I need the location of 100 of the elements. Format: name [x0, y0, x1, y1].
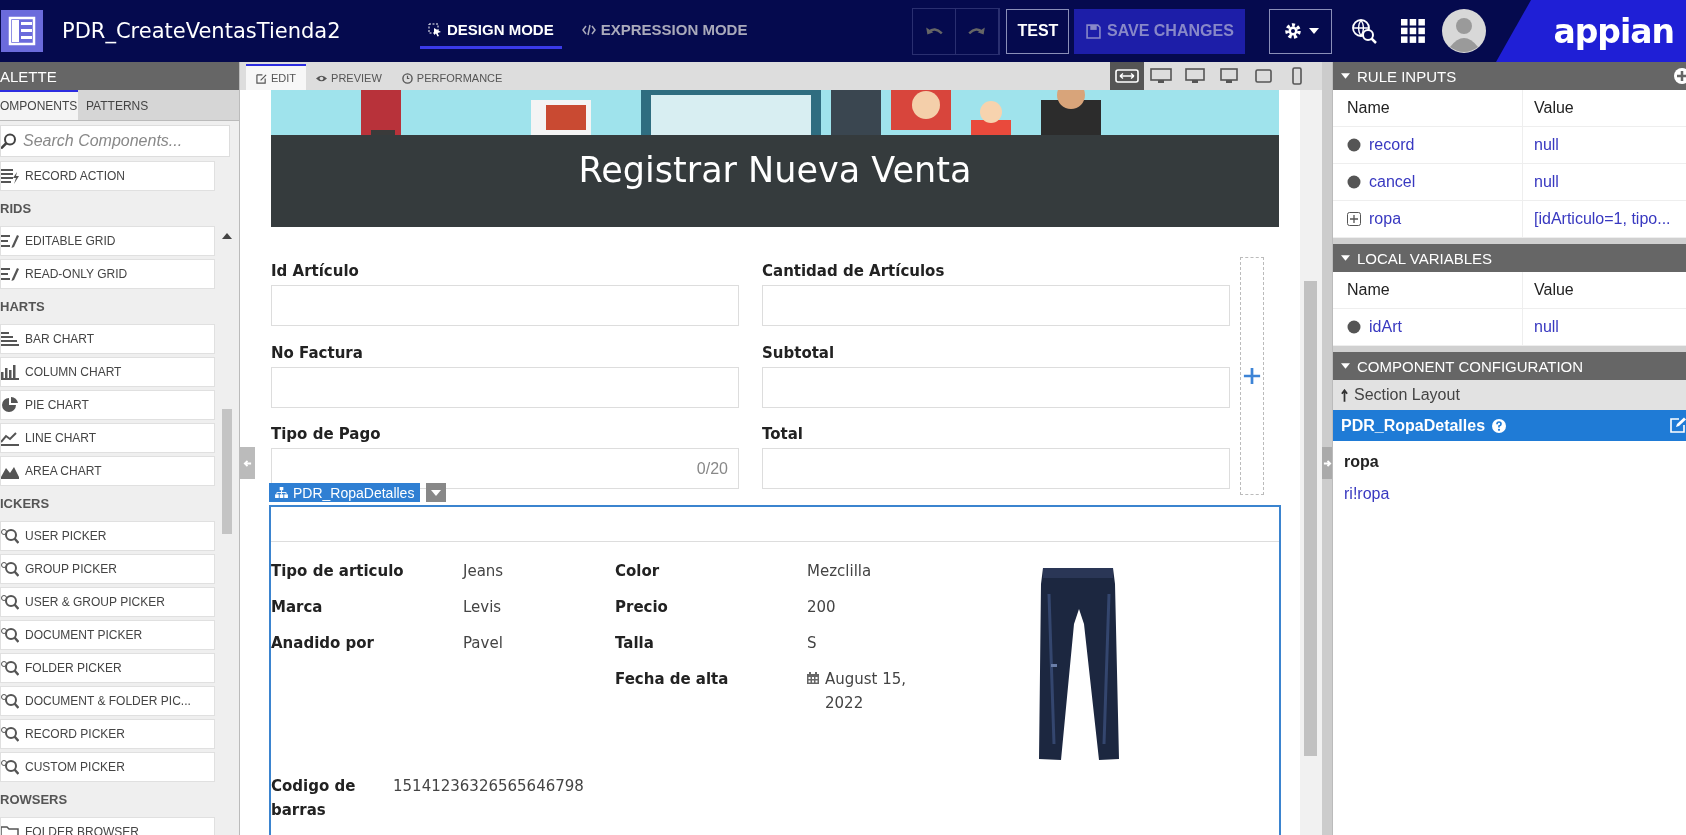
search-icon	[1, 660, 19, 676]
variable-value[interactable]: null	[1534, 318, 1559, 336]
collapse-handle[interactable]	[240, 447, 255, 479]
detail-value: 200	[807, 597, 836, 618]
collapse-handle[interactable]	[1322, 447, 1332, 479]
palette-item[interactable]: LINE CHART	[0, 423, 215, 453]
field-label: Cantidad de Artículos	[762, 261, 946, 282]
parent-component-link[interactable]: Section Layout	[1333, 380, 1686, 410]
globe-search-icon[interactable]	[1351, 18, 1378, 44]
palette-item[interactable]: GROUP PICKER	[0, 554, 215, 584]
search-icon	[1, 528, 19, 544]
palette-item[interactable]: USER PICKER	[0, 521, 215, 551]
detail-label: Marca	[271, 597, 324, 618]
palette-item[interactable]: DOCUMENT PICKER	[0, 620, 215, 650]
search-icon	[1, 759, 19, 775]
selected-section[interactable]: Tipo de articulo Jeans Marca Levis Anadido por Pavel Color Mezclilla Precio 200 Talla S Fecha de alta August 15, 2022 Codigo de barras 15141236326565646798	[269, 505, 1281, 835]
add-icon[interactable]	[1674, 68, 1686, 84]
palette-item[interactable]: RECORD PICKER	[0, 719, 215, 749]
variable-name[interactable]: ropa	[1369, 210, 1402, 228]
panel-header[interactable]: COMPONENT CONFIGURATION	[1333, 346, 1686, 380]
column-header: Value	[1533, 280, 1574, 300]
apps-grid-icon[interactable]	[1401, 19, 1426, 43]
palette-item[interactable]: EDITABLE GRID	[0, 226, 215, 256]
dropdown-button[interactable]	[426, 483, 447, 502]
mode-tab[interactable]: DESIGN MODE	[420, 13, 562, 49]
component-tag[interactable]: PDR_RopaDetalles	[269, 483, 421, 502]
variable-value[interactable]: null	[1534, 173, 1559, 191]
line-icon	[1, 430, 19, 446]
palette-item[interactable]: PIE CHART	[0, 390, 215, 420]
search-field[interactable]: Search Components...	[0, 125, 230, 157]
clock-icon	[401, 72, 413, 84]
palette-item[interactable]: COLUMN CHART	[0, 357, 215, 387]
collapse-caret-icon	[1341, 73, 1350, 79]
canvas-tab[interactable]: PREVIEW	[306, 64, 392, 90]
test-button[interactable]: TEST	[1006, 8, 1070, 54]
palette-item[interactable]: BAR CHART	[0, 324, 215, 354]
palette-tab[interactable]: PATTERNS	[86, 90, 158, 120]
detail-value: Jeans	[463, 561, 505, 582]
variable-name[interactable]: idArt	[1369, 318, 1402, 336]
input-field[interactable]	[271, 285, 739, 326]
palette-item[interactable]: DOCUMENT & FOLDER PIC...	[0, 686, 215, 716]
palette-item[interactable]: CUSTOM PICKER	[0, 752, 215, 782]
palette-group-heading: RIDS	[0, 200, 33, 218]
input-field[interactable]	[762, 448, 1230, 490]
collapse-caret-icon	[1341, 363, 1350, 369]
bars-icon	[1, 331, 19, 347]
palette-group-heading: ROWSERS	[0, 791, 69, 809]
panel-header[interactable]: RULE INPUTS	[1333, 62, 1686, 90]
scrollbar-thumb[interactable]	[222, 409, 232, 534]
palette-item[interactable]: FOLDER PICKER	[0, 653, 215, 683]
field-label: No Factura	[271, 342, 364, 364]
cursor-select-icon	[428, 22, 442, 37]
detail-label: Precio	[615, 597, 669, 618]
detail-label: Color	[615, 561, 661, 582]
detail-label: Talla	[615, 633, 655, 654]
input-field[interactable]	[762, 285, 1230, 326]
scrollbar-thumb[interactable]	[1304, 281, 1317, 756]
input-field[interactable]	[762, 366, 1230, 408]
column-header: Name	[1333, 90, 1523, 126]
variable-value[interactable]: [idArticulo=1, tipo...	[1534, 210, 1671, 228]
palette-group-heading: HARTS	[0, 298, 46, 316]
variable-name[interactable]: cancel	[1369, 173, 1416, 191]
input-field[interactable]	[271, 366, 739, 408]
palette-item[interactable]: READ-ONLY GRID	[0, 259, 215, 289]
parameter-label: ropa	[1344, 453, 1380, 472]
search-icon	[1, 561, 19, 577]
scroll-up-icon[interactable]	[222, 233, 232, 239]
panel-header[interactable]: LOCAL VARIABLES	[1333, 238, 1686, 272]
undo-icon	[925, 26, 944, 36]
expand-icon[interactable]	[1347, 212, 1361, 226]
detail-value: August 15, 2022	[825, 669, 908, 714]
fit-width-button[interactable]	[1110, 62, 1144, 90]
plus-icon[interactable]	[1243, 367, 1261, 385]
mode-tab[interactable]: EXPRESSION MODE	[573, 13, 756, 49]
arrow-up-icon	[1341, 388, 1348, 402]
settings-button[interactable]	[1269, 8, 1333, 54]
palette-group-heading: ICKERS	[0, 495, 51, 513]
edit-icon[interactable]	[1670, 417, 1686, 433]
caret-icon	[431, 489, 442, 496]
appian-logo[interactable]: appian	[1553, 11, 1674, 51]
palette-item[interactable]: AREA CHART	[0, 456, 215, 486]
dot-icon	[1347, 175, 1361, 189]
canvas-tab[interactable]: EDIT	[246, 64, 307, 90]
panel-title: RULE INPUTS	[1357, 67, 1457, 85]
column-header: Name	[1333, 272, 1523, 308]
character-counter: 0/20	[696, 459, 728, 478]
variable-value[interactable]: null	[1534, 136, 1559, 154]
detail-value: Mezclilla	[807, 561, 872, 582]
palette-tab[interactable]: OMPONENTS	[0, 90, 78, 120]
parameter-value[interactable]: ri!ropa	[1344, 485, 1675, 503]
help-icon[interactable]	[1492, 418, 1507, 433]
search-icon	[1, 726, 19, 742]
layout-icon[interactable]	[1, 10, 43, 52]
palette-item[interactable]: USER & GROUP PICKER	[0, 587, 215, 617]
variable-name[interactable]: record	[1369, 136, 1415, 154]
palette-item[interactable]: RECORD ACTION	[0, 161, 215, 191]
detail-label: Codigo de barras	[271, 776, 357, 821]
user-avatar[interactable]	[1442, 9, 1487, 53]
fit-width-icon	[1115, 67, 1139, 85]
canvas-tab[interactable]: PERFORMANCE	[391, 64, 513, 90]
